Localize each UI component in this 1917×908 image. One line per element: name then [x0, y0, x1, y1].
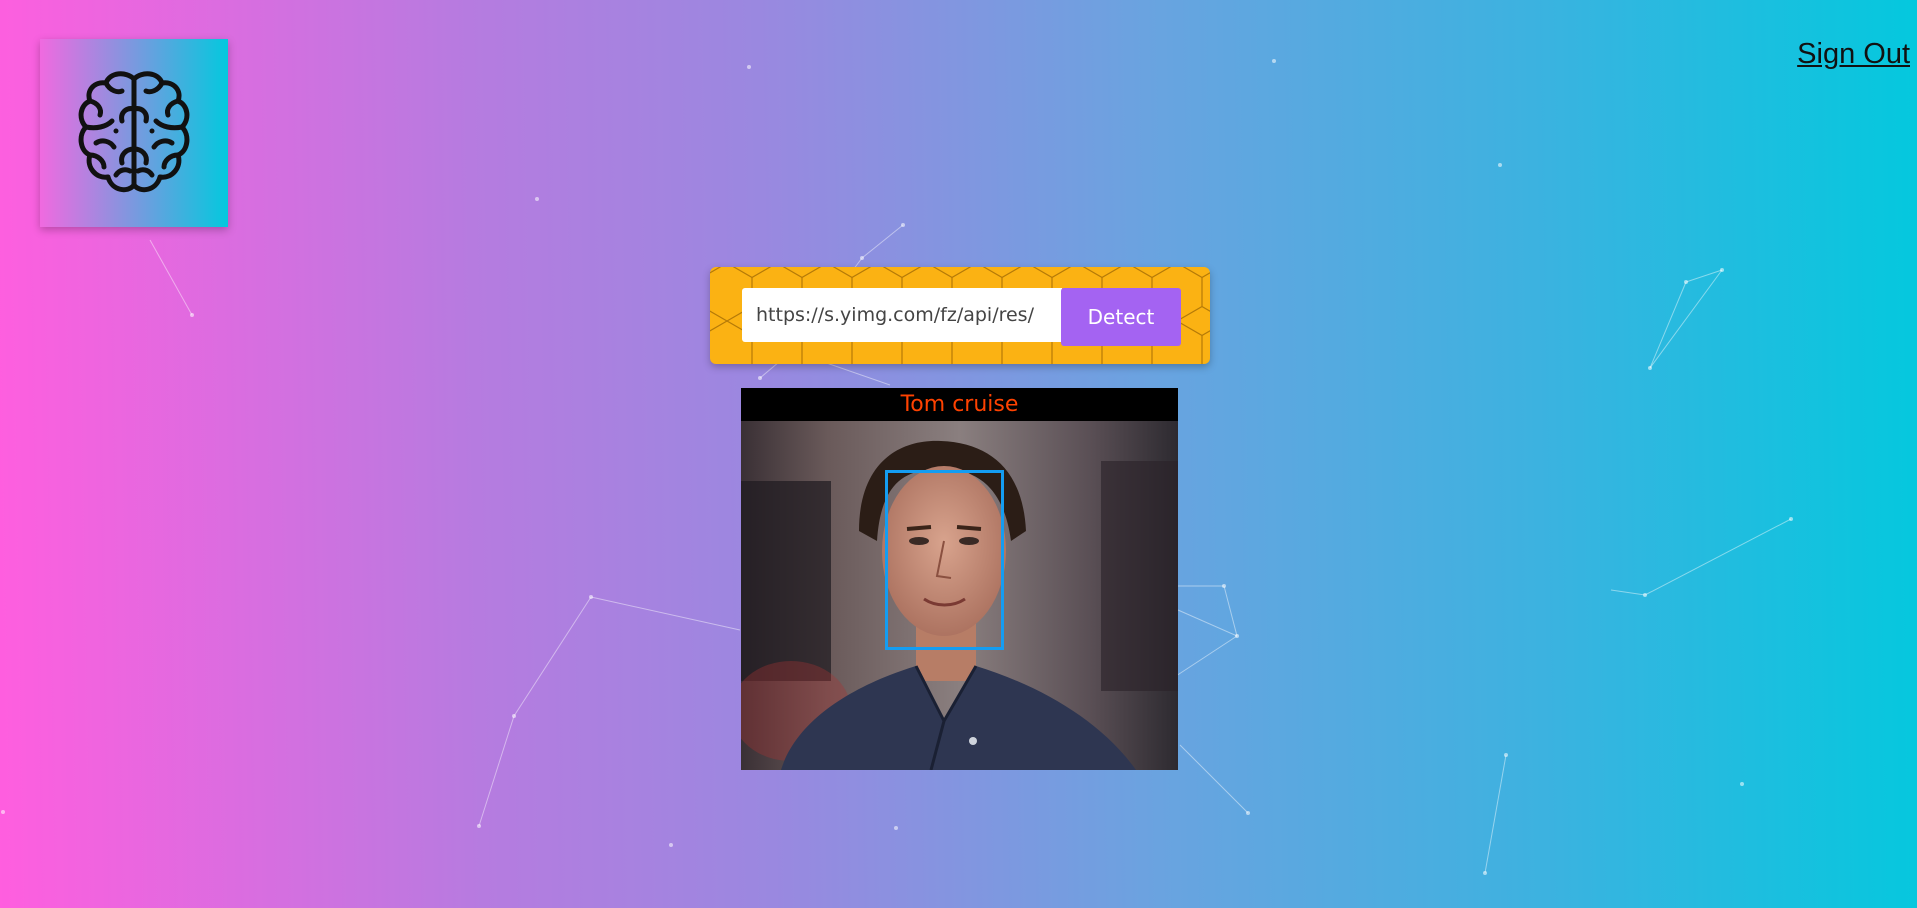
brain-icon — [78, 71, 190, 193]
detect-button[interactable]: Detect — [1061, 288, 1181, 346]
detection-result: Tom cruise — [741, 388, 1178, 770]
logo-card — [40, 39, 228, 227]
url-form: Detect — [710, 267, 1210, 364]
sign-out-link[interactable]: Sign Out — [1797, 38, 1910, 71]
celebrity-name: Tom cruise — [900, 392, 1019, 417]
face-bounding-box — [885, 470, 1004, 650]
image-url-input[interactable] — [742, 288, 1062, 342]
